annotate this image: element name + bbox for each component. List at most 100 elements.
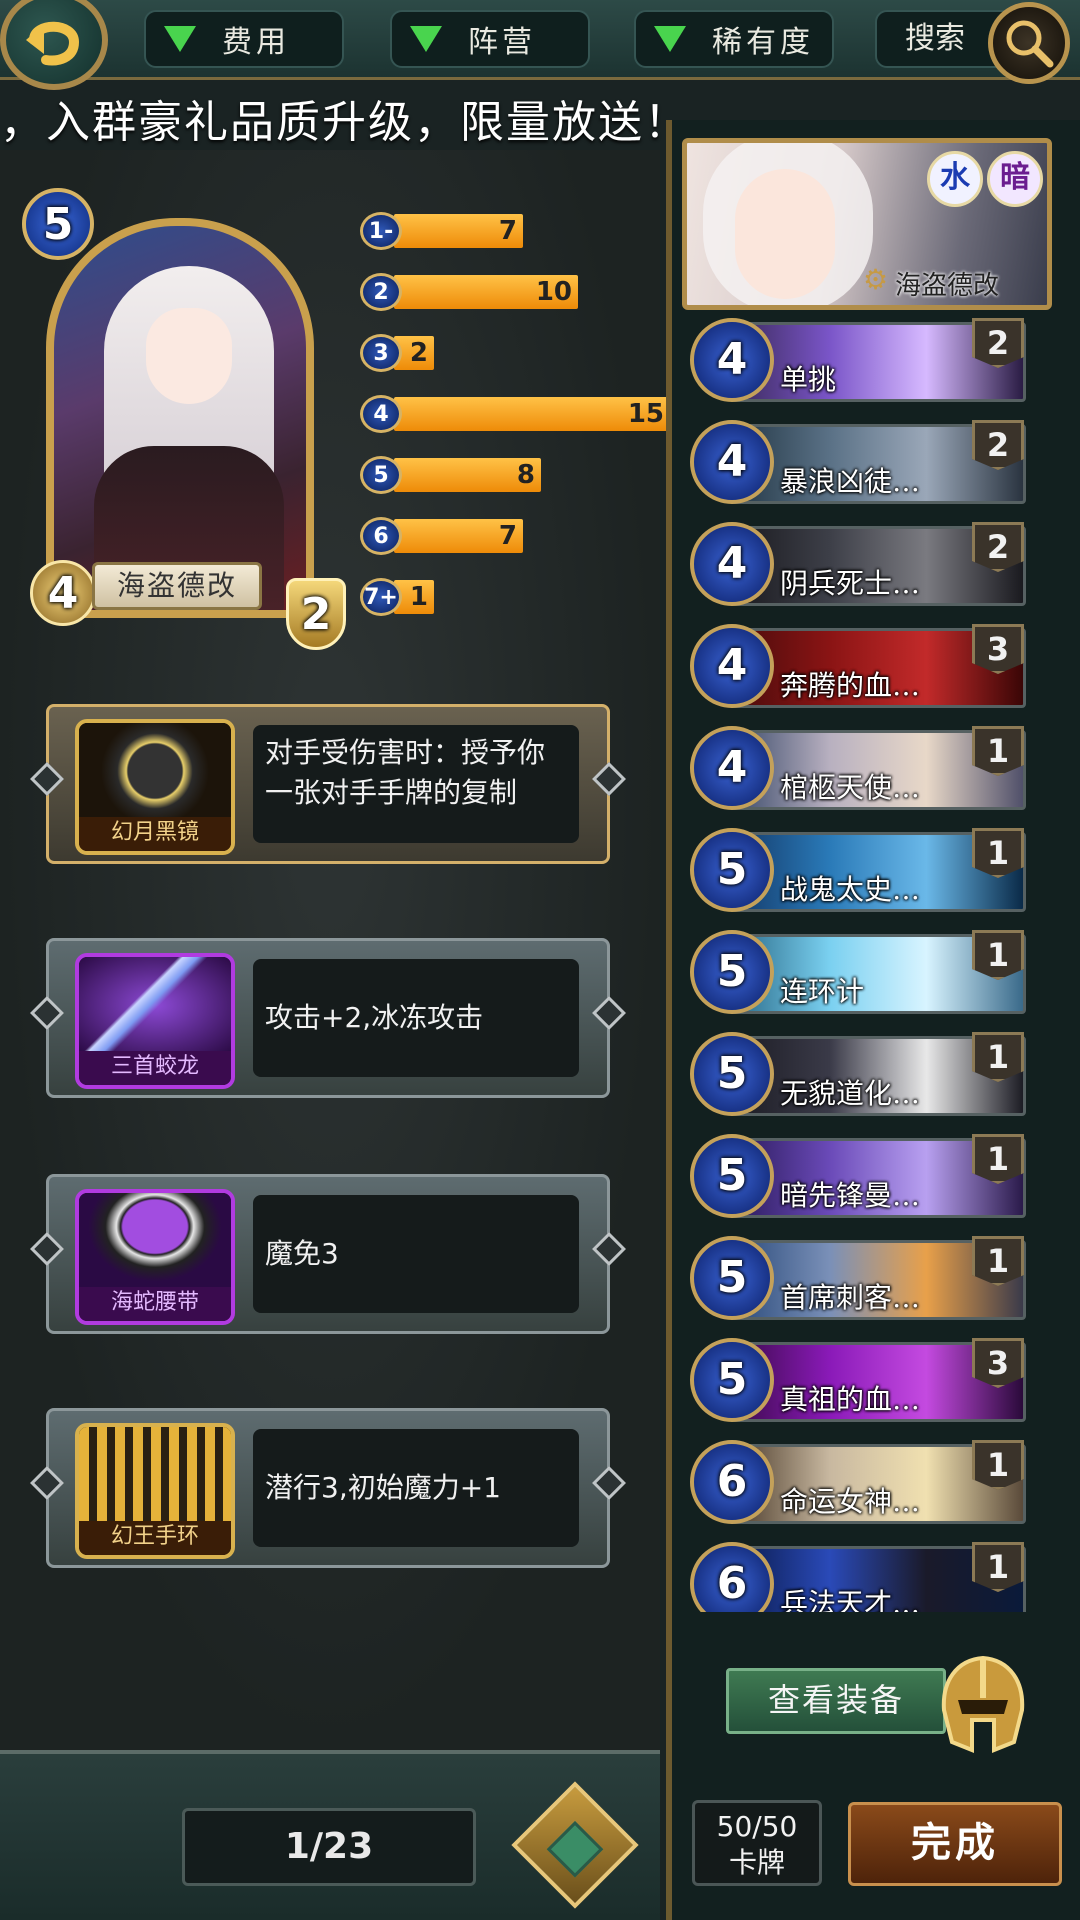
- magnifier-icon: [1006, 20, 1054, 68]
- deck-card-name: 棺柩天使…: [780, 771, 921, 804]
- back-button[interactable]: [0, 0, 108, 90]
- cost-curve-row: 76: [360, 517, 523, 555]
- deck-card-cost: 4: [690, 522, 774, 606]
- deck-card-item[interactable]: 真祖的血… 3 5: [690, 1336, 1034, 1428]
- deck-card-cost: 5: [690, 1032, 774, 1116]
- deck-card-cost: 6: [690, 1440, 774, 1524]
- deck-card-name: 暗先锋曼…: [780, 1179, 921, 1212]
- equipment-name: 幻月黑镜: [79, 817, 231, 851]
- deck-card-item[interactable]: 兵法天才… 1 6: [690, 1540, 1034, 1612]
- cost-curve-label: 5: [360, 456, 402, 494]
- deck-card-name: 无貌道化…: [780, 1077, 921, 1110]
- cost-curve-label: 3: [360, 334, 402, 372]
- deck-card-item[interactable]: 单挑 2 4: [690, 316, 1034, 408]
- deck-count-value: 50/50: [716, 1810, 798, 1843]
- deck-card-list[interactable]: 单挑 2 4 暴浪凶徒… 2 4 阴兵死士… 2 4 奔腾的血… 3 4 棺柩天使… 1 4 战鬼太史… 1 5 连…: [690, 316, 1034, 1612]
- equipment-slot[interactable]: 幻王手环 潜行3,初始魔力+1: [30, 1408, 626, 1568]
- deck-hero-portrait[interactable]: 水 暗 ⚙ 海盗德改: [682, 138, 1052, 310]
- equipment-slot[interactable]: 海蛇腰带 魔免3: [30, 1174, 626, 1334]
- deck-card-name: 命运女神…: [780, 1485, 921, 1518]
- view-equipment-button[interactable]: 查看装备: [726, 1668, 946, 1734]
- deck-card-item[interactable]: 阴兵死士… 2 4: [690, 520, 1034, 612]
- equipment-icon: 幻王手环: [75, 1423, 235, 1559]
- equipment-slot[interactable]: 幻月黑镜 对手受伤害时：授予你一张对手手牌的复制: [30, 704, 626, 864]
- deck-card-cost: 5: [690, 1236, 774, 1320]
- hero-attack-gem: 4: [30, 560, 96, 626]
- cost-curve-row: 15 4: [360, 395, 670, 433]
- filter-cost-button[interactable]: 费用: [144, 10, 344, 68]
- deck-card-cost: 4: [690, 726, 774, 810]
- cost-curve-label: 4: [360, 395, 402, 433]
- deck-card-cost: 5: [690, 828, 774, 912]
- cost-curve-count: 2: [409, 338, 428, 368]
- equipment-icon: 三首蛟龙: [75, 953, 235, 1089]
- deck-card-item[interactable]: 战鬼太史… 1 5: [690, 826, 1034, 918]
- deck-card-cost: 5: [690, 1338, 774, 1422]
- deck-card-cost: 4: [690, 420, 774, 504]
- deck-card-item[interactable]: 首席刺客… 1 5: [690, 1234, 1034, 1326]
- deck-card-name: 战鬼太史…: [780, 873, 921, 906]
- deck-card-name: 首席刺客…: [780, 1281, 921, 1314]
- cost-curve-count: 7: [498, 216, 517, 246]
- cost-curve-bar: 7: [394, 214, 523, 248]
- cost-curve-count: 15: [627, 399, 664, 429]
- deck-hero-name: 海盗德改: [895, 271, 1000, 301]
- deck-card-item[interactable]: 棺柩天使… 1 4: [690, 724, 1034, 816]
- filter-faction-button[interactable]: 阵营: [390, 10, 590, 68]
- filter-rarity-button[interactable]: 稀有度: [634, 10, 834, 68]
- element-water-badge: 水: [927, 151, 983, 207]
- page-indicator: 1/23: [182, 1808, 476, 1886]
- filter-faction-label: 阵营: [468, 25, 536, 60]
- cost-curve-bar: 8: [394, 458, 541, 492]
- deck-card-cost: 4: [690, 318, 774, 402]
- deck-card-item[interactable]: 暗先锋曼… 1 5: [690, 1132, 1034, 1224]
- cost-curve-count: 10: [535, 277, 572, 307]
- equipment-slot[interactable]: 三首蛟龙 攻击+2,冰冻攻击: [30, 938, 626, 1098]
- cost-curve-bar: 15: [394, 397, 670, 431]
- deck-card-name: 奔腾的血…: [780, 669, 921, 702]
- hero-health-shield: 2: [286, 578, 346, 650]
- top-bar: 费用 阵营 稀有度 搜索: [0, 0, 1080, 90]
- equipment-effect: 魔免3: [253, 1195, 579, 1313]
- deck-card-item[interactable]: 无貌道化… 1 5: [690, 1030, 1034, 1122]
- equipment-effect: 潜行3,初始魔力+1: [253, 1429, 579, 1547]
- cost-curve-count: 8: [516, 460, 535, 490]
- deck-count-label: 卡牌: [728, 1846, 785, 1879]
- element-dark-badge: 暗: [987, 151, 1043, 207]
- equipment-name: 幻王手环: [79, 1521, 231, 1555]
- cost-curve-row: 85: [360, 456, 541, 494]
- deck-card-cost: 5: [690, 1134, 774, 1218]
- equipment-name: 三首蛟龙: [79, 1051, 231, 1085]
- deck-card-cost: 5: [690, 930, 774, 1014]
- deck-card-name: 兵法天才…: [780, 1587, 921, 1612]
- deck-card-item[interactable]: 暴浪凶徒… 2 4: [690, 418, 1034, 510]
- deck-card-item[interactable]: 奔腾的血… 3 4: [690, 622, 1034, 714]
- deck-card-name: 暴浪凶徒…: [780, 465, 921, 498]
- deck-card-name: 单挑: [780, 363, 837, 396]
- equipment-name: 海蛇腰带: [79, 1287, 231, 1321]
- equipment-effect: 攻击+2,冰冻攻击: [253, 959, 579, 1077]
- deck-card-item[interactable]: 连环计 1 5: [690, 928, 1034, 1020]
- search-button[interactable]: [988, 2, 1070, 84]
- deck-card-name: 连环计: [780, 975, 865, 1008]
- cost-curve-label: 7+: [360, 578, 402, 616]
- deck-card-item[interactable]: 命运女神… 1 6: [690, 1438, 1034, 1530]
- deck-card-name: 真祖的血…: [780, 1383, 921, 1416]
- cost-curve-count: 7: [498, 521, 517, 551]
- done-button[interactable]: 完成: [848, 1802, 1062, 1886]
- cost-curve-label: 1-: [360, 212, 402, 250]
- dropdown-triangle-icon: [410, 26, 442, 52]
- cost-curve-label: 6: [360, 517, 402, 555]
- deck-card-count: 50/50 卡牌: [692, 1800, 822, 1886]
- gear-icon: ⚙: [863, 263, 889, 296]
- hero-card-art: [46, 218, 314, 618]
- deck-card-cost: 4: [690, 624, 774, 708]
- cost-curve-row: 23: [360, 334, 434, 372]
- cost-curve-row: 1 7+: [360, 578, 434, 616]
- equipment-icon: 海蛇腰带: [75, 1189, 235, 1325]
- filter-rarity-label: 稀有度: [712, 25, 814, 60]
- equipment-effect: 对手受伤害时：授予你一张对手手牌的复制: [253, 725, 579, 843]
- cost-curve-row: 10 2: [360, 273, 578, 311]
- deck-card-name: 阴兵死士…: [780, 567, 921, 600]
- cost-curve-bar: 7: [394, 519, 523, 553]
